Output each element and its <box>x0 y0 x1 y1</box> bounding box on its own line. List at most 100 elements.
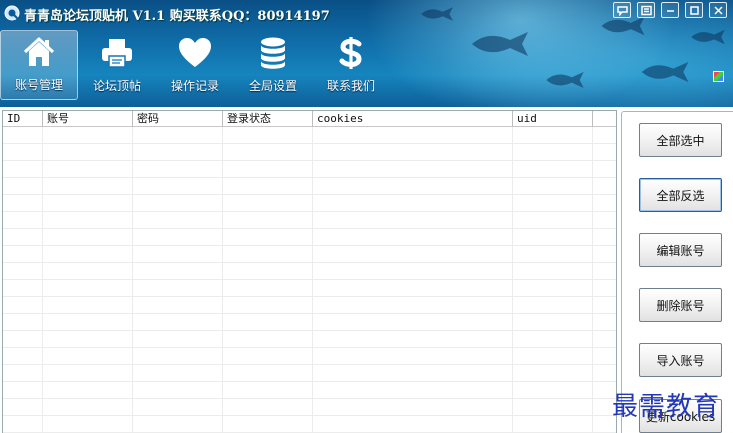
table-cell <box>593 212 616 228</box>
table-cell <box>133 161 223 177</box>
app-header: 青青岛论坛顶贴机 V1.1 购买联系QQ：80914197 账号管理 论坛顶帖 … <box>0 0 733 107</box>
invert-selection-button[interactable]: 全部反选 <box>639 178 722 212</box>
table-cell <box>593 263 616 279</box>
table-cell <box>593 127 616 143</box>
table-cell <box>3 178 43 194</box>
tool-operation-log[interactable]: 操作记录 <box>156 30 234 100</box>
table-cell <box>513 399 593 415</box>
table-row-empty <box>3 365 616 382</box>
account-table[interactable]: ID 账号 密码 登录状态 cookies uid <box>2 110 617 433</box>
table-cell <box>3 297 43 313</box>
title-bar[interactable]: 青青岛论坛顶贴机 V1.1 购买联系QQ：80914197 <box>0 0 733 26</box>
heart-icon <box>177 35 213 71</box>
table-cell <box>133 280 223 296</box>
table-cell <box>313 161 513 177</box>
table-cell <box>3 246 43 262</box>
table-body <box>3 127 616 433</box>
import-account-button[interactable]: 导入账号 <box>639 343 722 377</box>
feedback-icon[interactable] <box>613 2 631 18</box>
table-cell <box>133 178 223 194</box>
table-cell <box>133 246 223 262</box>
table-cell <box>313 178 513 194</box>
close-icon[interactable] <box>709 2 727 18</box>
table-cell <box>133 365 223 381</box>
printer-icon <box>99 35 135 71</box>
table-cell <box>513 280 593 296</box>
table-cell <box>223 331 313 347</box>
tool-label: 全局设置 <box>248 79 297 93</box>
table-cell <box>223 348 313 364</box>
table-cell <box>43 331 133 347</box>
column-header-cookies[interactable]: cookies <box>313 111 513 127</box>
maximize-icon[interactable] <box>685 2 703 18</box>
palette-icon[interactable] <box>713 71 724 82</box>
table-cell <box>513 195 593 211</box>
table-row-empty <box>3 229 616 246</box>
table-row-empty <box>3 246 616 263</box>
table-cell <box>3 365 43 381</box>
table-cell <box>43 416 133 432</box>
table-cell <box>43 195 133 211</box>
action-panel: 全部选中 全部反选 编辑账号 删除账号 导入账号 更新cookies <box>621 111 733 433</box>
table-cell <box>313 348 513 364</box>
table-row-empty <box>3 416 616 433</box>
table-cell <box>313 144 513 160</box>
table-cell <box>43 212 133 228</box>
table-cell <box>43 399 133 415</box>
table-cell <box>313 416 513 432</box>
table-cell <box>513 348 593 364</box>
table-cell <box>593 144 616 160</box>
table-cell <box>223 382 313 398</box>
table-row-empty <box>3 399 616 416</box>
column-header-filler <box>593 111 616 127</box>
table-cell <box>593 365 616 381</box>
table-row-empty <box>3 280 616 297</box>
column-header-uid[interactable]: uid <box>513 111 593 127</box>
table-cell <box>133 399 223 415</box>
tool-forum-bump[interactable]: 论坛顶帖 <box>78 30 156 100</box>
table-cell <box>3 280 43 296</box>
table-cell <box>313 195 513 211</box>
table-cell <box>223 178 313 194</box>
table-cell <box>133 212 223 228</box>
table-cell <box>593 195 616 211</box>
table-cell <box>43 280 133 296</box>
column-header-password[interactable]: 密码 <box>133 111 223 127</box>
table-cell <box>313 331 513 347</box>
table-cell <box>513 263 593 279</box>
delete-account-button[interactable]: 删除账号 <box>639 288 722 322</box>
table-cell <box>43 246 133 262</box>
table-cell <box>223 263 313 279</box>
table-row-empty <box>3 195 616 212</box>
tool-label: 账号管理 <box>14 78 63 92</box>
table-cell <box>513 229 593 245</box>
table-cell <box>223 229 313 245</box>
tool-account-management[interactable]: 账号管理 <box>0 30 78 100</box>
column-header-login-status[interactable]: 登录状态 <box>223 111 313 127</box>
table-cell <box>3 314 43 330</box>
table-cell <box>313 399 513 415</box>
table-cell <box>3 263 43 279</box>
watermark: 最需教育 <box>612 392 721 422</box>
tool-global-settings[interactable]: 全局设置 <box>234 30 312 100</box>
table-cell <box>223 416 313 432</box>
table-cell <box>43 365 133 381</box>
column-header-id[interactable]: ID <box>3 111 43 127</box>
table-row-empty <box>3 297 616 314</box>
select-all-button[interactable]: 全部选中 <box>639 123 722 157</box>
column-header-account[interactable]: 账号 <box>43 111 133 127</box>
table-cell <box>313 246 513 262</box>
table-cell <box>133 416 223 432</box>
table-cell <box>593 280 616 296</box>
tool-label: 操作记录 <box>170 79 219 93</box>
table-cell <box>43 297 133 313</box>
table-cell <box>3 416 43 432</box>
table-cell <box>133 195 223 211</box>
table-cell <box>513 178 593 194</box>
table-cell <box>593 161 616 177</box>
table-cell <box>223 195 313 211</box>
menu-icon[interactable] <box>637 2 655 18</box>
edit-account-button[interactable]: 编辑账号 <box>639 233 722 267</box>
tool-contact-us[interactable]: 联系我们 <box>312 30 390 100</box>
minimize-icon[interactable] <box>661 2 679 18</box>
